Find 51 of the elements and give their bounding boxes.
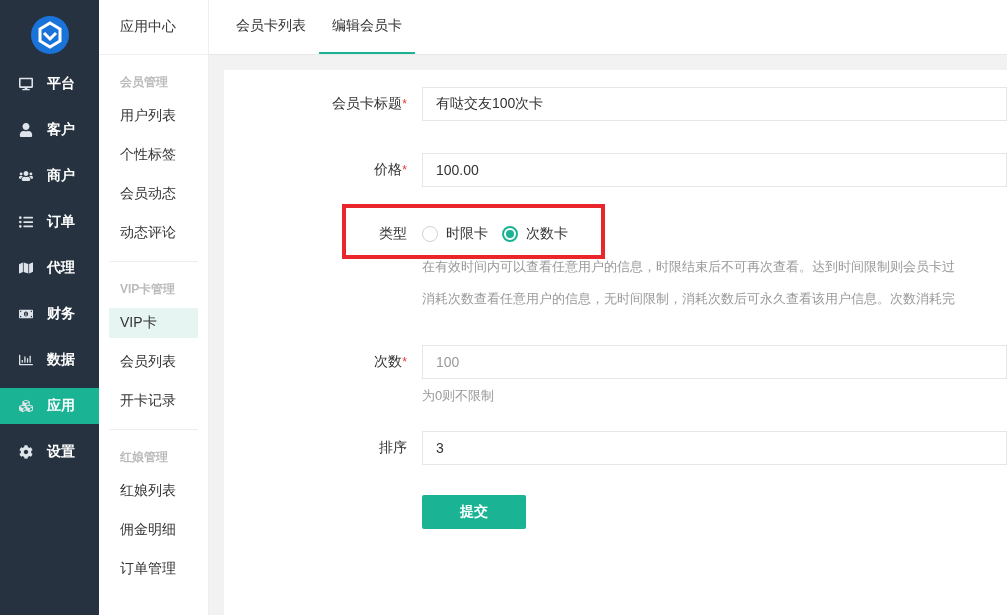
input-field[interactable]: 有哒交友100次卡 <box>422 87 1007 121</box>
group-title: 红娘管理 <box>119 448 169 466</box>
submenu-item[interactable]: 个性标签 <box>109 140 198 170</box>
monitor-icon <box>19 77 33 91</box>
submenu-item[interactable]: 佣金明细 <box>109 515 198 545</box>
banknote-icon <box>19 307 33 321</box>
nav-item[interactable]: 数据 <box>0 342 99 378</box>
field-label: 排序 <box>379 439 407 457</box>
field-label: 类型 <box>379 225 407 243</box>
nav-item[interactable]: 财务 <box>0 296 99 332</box>
submenu-item[interactable]: 会员动态 <box>109 179 198 209</box>
tab[interactable]: 编辑会员卡 <box>319 0 415 54</box>
help-text: 为0则不限制 <box>422 387 496 405</box>
nav-item[interactable]: 客户 <box>0 112 99 148</box>
input-field[interactable]: 100 <box>422 345 1007 379</box>
users-icon <box>19 169 33 183</box>
required-mark: * <box>402 355 407 369</box>
logo-icon <box>30 16 69 54</box>
help-text: 在有效时间内可以查看任意用户的信息，时限结束后不可再次查看。达到时间限制则会员卡过 <box>422 258 956 276</box>
radio-option[interactable]: 次数卡 <box>502 225 568 243</box>
list-icon <box>19 215 33 229</box>
nav-item[interactable]: 代理 <box>0 250 99 286</box>
user-icon <box>19 123 33 137</box>
field-label: 会员卡标题 <box>332 95 403 113</box>
submenu-item[interactable]: 红娘列表 <box>109 476 198 506</box>
submenu-item[interactable]: 动态评论 <box>109 218 198 248</box>
required-mark: * <box>402 97 407 111</box>
submenu-item[interactable]: 用户列表 <box>109 101 198 131</box>
submenu-item[interactable]: VIP卡 <box>109 308 198 338</box>
submenu-item[interactable]: 开卡记录 <box>109 386 198 416</box>
bar-chart-icon <box>19 353 33 367</box>
field-label: 次数 <box>374 353 403 371</box>
nav-item[interactable]: 商户 <box>0 158 99 194</box>
group-title: VIP卡管理 <box>119 280 177 298</box>
cubes-icon <box>19 399 33 413</box>
settings-icon <box>19 445 33 459</box>
input-field[interactable]: 100.00 <box>422 153 1007 187</box>
submenu-item[interactable]: 会员列表 <box>109 347 198 377</box>
radio-option[interactable]: 时限卡 <box>422 225 488 243</box>
field-label: 价格 <box>374 161 403 179</box>
input-field[interactable]: 3 <box>422 431 1007 465</box>
nav-item[interactable]: 订单 <box>0 204 99 240</box>
nav-item[interactable]: 设置 <box>0 434 99 470</box>
submenu-item[interactable]: 订单管理 <box>109 554 198 584</box>
required-mark: * <box>402 163 407 177</box>
help-text: 消耗次数查看任意用户的信息，无时间限制，消耗次数后可永久查看该用户信息。次数消耗完 <box>422 290 956 308</box>
tab[interactable]: 会员卡列表 <box>223 0 319 54</box>
section-title: 应用中心 <box>99 0 208 55</box>
nav-item[interactable]: 平台 <box>0 66 99 102</box>
map-icon <box>19 261 33 275</box>
group-title: 会员管理 <box>119 73 169 91</box>
